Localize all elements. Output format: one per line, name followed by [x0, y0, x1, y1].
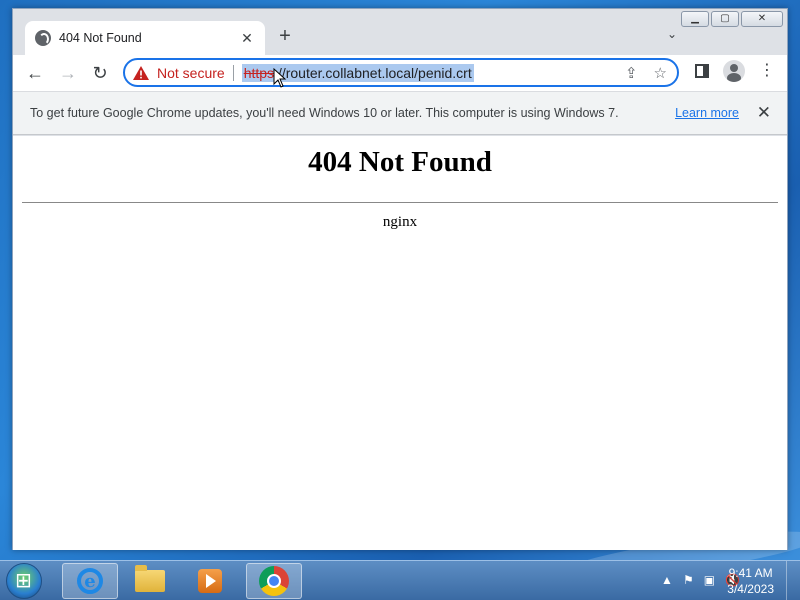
mouse-cursor-icon	[273, 68, 287, 88]
tab-title: 404 Not Found	[59, 31, 142, 45]
clock-time: 9:41 AM	[728, 566, 773, 580]
browser-toolbar: ← → ↻ Not secure https://router.collabne…	[13, 55, 787, 91]
update-infobar: To get future Google Chrome updates, you…	[13, 91, 787, 135]
warning-triangle-icon[interactable]	[133, 65, 149, 80]
page-content: 404 Not Found nginx	[13, 136, 787, 550]
profile-avatar-icon[interactable]	[723, 60, 745, 82]
divider	[22, 202, 778, 203]
tab-search-button[interactable]: ⌄	[667, 27, 677, 41]
infobar-message: To get future Google Chrome updates, you…	[30, 106, 619, 120]
address-bar[interactable]: Not secure https://router.collabnet.loca…	[123, 58, 679, 87]
side-panel-icon[interactable]	[695, 64, 709, 78]
back-button[interactable]: ←	[23, 61, 47, 85]
internet-explorer-icon: e	[77, 568, 103, 594]
toolbar-right: ⋮	[695, 60, 775, 82]
show-hidden-icons-icon[interactable]: ▲	[661, 573, 673, 587]
taskbar-clock[interactable]: 9:41 AM 3/4/2023	[727, 565, 774, 597]
omnibox-divider	[232, 64, 234, 81]
share-icon[interactable]: ⇪	[625, 64, 638, 82]
new-tab-button[interactable]: +	[275, 25, 295, 47]
bookmark-star-icon[interactable]: ☆	[654, 64, 667, 82]
taskbar-internet-explorer[interactable]: e	[62, 563, 118, 599]
page-heading: 404 Not Found	[308, 146, 492, 178]
taskbar: e ▲ ⚑ ▣ 🔇 9:41 AM 3/4/2023	[0, 560, 800, 600]
chrome-icon	[259, 566, 289, 596]
globe-icon	[35, 30, 51, 46]
folder-icon	[135, 565, 165, 592]
window-controls: ▁ ▢ ✕	[681, 11, 783, 27]
maximize-button[interactable]: ▢	[711, 11, 739, 27]
close-window-button[interactable]: ✕	[741, 11, 783, 27]
network-icon[interactable]: ▣	[704, 573, 715, 587]
reload-button[interactable]: ↻	[88, 61, 112, 85]
not-secure-label[interactable]: Not secure	[157, 65, 225, 81]
omnibox-actions: ⇪ ☆	[625, 64, 667, 82]
url-path: ://router.collabnet.local/penid.crt	[274, 64, 472, 81]
action-center-flag-icon[interactable]: ⚑	[683, 573, 694, 587]
taskbar-windows-explorer[interactable]	[122, 563, 178, 599]
tab-404-not-found[interactable]: 404 Not Found ✕	[25, 21, 265, 55]
chrome-menu-icon[interactable]: ⋮	[759, 61, 775, 81]
start-button[interactable]	[6, 563, 42, 599]
media-player-icon	[198, 569, 222, 593]
chrome-window: 404 Not Found ✕ + ⌄ ▁ ▢ ✕ ← → ↻ Not secu…	[12, 8, 788, 550]
minimize-button[interactable]: ▁	[681, 11, 709, 27]
forward-button[interactable]: →	[56, 61, 80, 85]
taskbar-media-player[interactable]	[182, 563, 238, 599]
tab-close-icon[interactable]: ✕	[239, 30, 255, 47]
learn-more-link[interactable]: Learn more	[675, 106, 739, 120]
url-scheme: https	[243, 64, 275, 81]
clock-date: 3/4/2023	[727, 582, 774, 596]
tab-strip: 404 Not Found ✕ + ⌄ ▁ ▢ ✕	[13, 9, 787, 55]
show-desktop-button[interactable]	[786, 561, 800, 600]
infobar-close-icon[interactable]: ✕	[757, 103, 771, 123]
server-name: nginx	[382, 214, 418, 230]
taskbar-google-chrome[interactable]	[246, 563, 302, 599]
